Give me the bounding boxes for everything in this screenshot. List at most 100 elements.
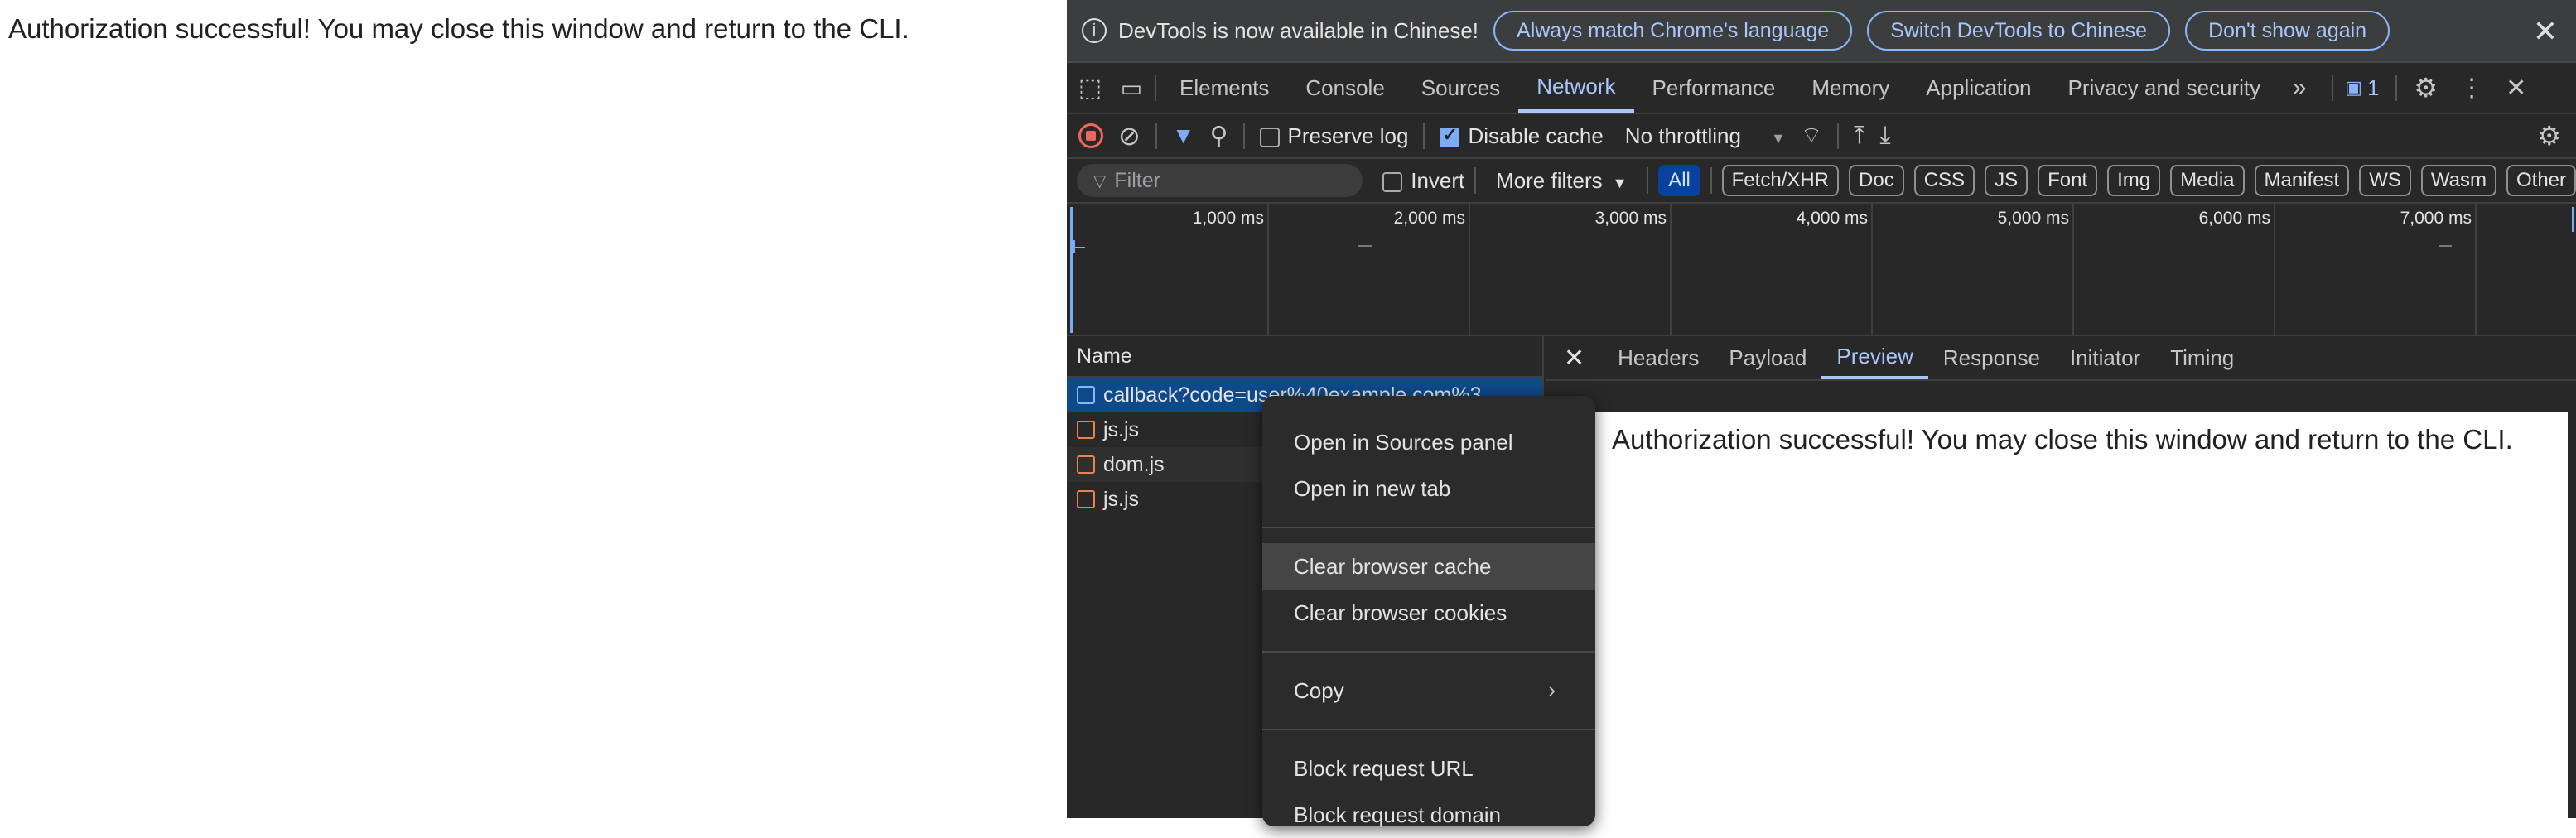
import-har-icon[interactable]: ⤒ xyxy=(1854,122,1864,150)
filter-input[interactable]: ▽ Filter xyxy=(1077,164,1363,197)
search-icon[interactable]: ⚲ xyxy=(1210,122,1228,151)
script-file-icon xyxy=(1077,455,1095,474)
throttling-value: No throttling xyxy=(1624,123,1741,148)
devtools-tabbar: ⬚ ▭ Elements Console Sources Network Per… xyxy=(1067,63,2576,114)
menu-separator xyxy=(1262,527,1595,528)
filter-type-all[interactable]: All xyxy=(1658,165,1700,196)
timeline-tick: 5,000 ms xyxy=(1998,204,2074,336)
invert-label: Invert xyxy=(1411,167,1465,193)
filter-icon[interactable]: ▼ xyxy=(1172,123,1195,149)
request-name: dom.js xyxy=(1103,452,1165,476)
more-options-icon[interactable]: ⋮ xyxy=(2459,74,2484,103)
tab-memory[interactable]: Memory xyxy=(1793,63,1908,113)
tab-initiator[interactable]: Initiator xyxy=(2055,336,2155,379)
chevron-down-icon: ▼ xyxy=(1770,129,1786,147)
always-match-language-button[interactable]: Always match Chrome's language xyxy=(1493,11,1853,51)
filter-type-wasm[interactable]: Wasm xyxy=(2420,165,2496,196)
timeline-tick: 7,000 ms xyxy=(2400,204,2477,336)
tab-elements[interactable]: Elements xyxy=(1161,63,1287,113)
timeline-tick: 1,000 ms xyxy=(1193,204,1269,336)
timeline-tick: 4,000 ms xyxy=(1797,204,1873,336)
tab-headers[interactable]: Headers xyxy=(1603,336,1714,379)
dont-show-again-button[interactable]: Don't show again xyxy=(2185,11,2390,51)
filter-type-fetch-xhr[interactable]: Fetch/XHR xyxy=(1721,165,1840,196)
more-filters-dropdown[interactable]: More filters ▼ xyxy=(1486,168,1637,194)
issues-icon[interactable]: ▣ xyxy=(2345,77,2362,99)
infobar-message: DevTools is now available in Chinese! xyxy=(1118,17,1479,43)
export-har-icon[interactable]: ⤓ xyxy=(1879,122,1890,150)
filter-type-other[interactable]: Other xyxy=(2506,165,2576,196)
tab-network[interactable]: Network xyxy=(1518,63,1634,113)
filter-bar: ▽ Filter Invert More filters ▼ All Fetch/… xyxy=(1067,159,2576,204)
timeline-tick: 6,000 ms xyxy=(2199,204,2275,336)
menu-clear-browser-cookies[interactable]: Clear browser cookies xyxy=(1262,590,1595,636)
name-column-header[interactable]: Name xyxy=(1067,336,1542,378)
tab-payload[interactable]: Payload xyxy=(1714,336,1821,379)
device-toolbar-icon[interactable]: ▭ xyxy=(1113,63,1150,113)
timeline-request-bar xyxy=(1073,240,1075,253)
menu-block-request-url[interactable]: Block request URL xyxy=(1262,745,1595,792)
tab-sources[interactable]: Sources xyxy=(1403,63,1518,113)
preserve-log-checkbox[interactable]: Preserve log xyxy=(1259,123,1409,149)
timeline-tick: 2,000 ms xyxy=(1394,204,1470,336)
more-tabs-icon[interactable]: » xyxy=(2279,74,2320,102)
issues-count[interactable]: 1 xyxy=(2367,75,2379,101)
throttling-select[interactable]: No throttling ▼ xyxy=(1625,123,1786,149)
settings-gear-icon[interactable]: ⚙ xyxy=(2414,72,2438,104)
chevron-right-icon: › xyxy=(1548,677,1556,702)
tab-response[interactable]: Response xyxy=(1928,336,2055,379)
close-devtools-icon[interactable]: ✕ xyxy=(2506,74,2526,103)
menu-block-request-domain[interactable]: Block request domain xyxy=(1262,792,1595,838)
menu-open-in-new-tab[interactable]: Open in new tab xyxy=(1262,465,1595,512)
filter-placeholder: Filter xyxy=(1114,168,1160,192)
close-detail-icon[interactable]: ✕ xyxy=(1564,344,1585,373)
context-menu: Open in Sources panel Open in new tab Cl… xyxy=(1262,396,1595,827)
timeline-tick: 3,000 ms xyxy=(1595,204,1672,336)
filter-type-js[interactable]: JS xyxy=(1985,165,2028,196)
response-preview: Authorization successful! You may close … xyxy=(1579,412,2568,818)
menu-clear-browser-cache[interactable]: Clear browser cache xyxy=(1262,543,1595,590)
invert-checkbox[interactable]: Invert xyxy=(1382,168,1464,194)
stop-recording-icon[interactable] xyxy=(1078,123,1103,148)
inspect-element-icon[interactable]: ⬚ xyxy=(1067,63,1113,113)
close-icon[interactable]: ✕ xyxy=(2533,15,2558,48)
menu-copy-label: Copy xyxy=(1294,677,1344,703)
filter-type-css[interactable]: CSS xyxy=(1913,165,1975,196)
filter-type-doc[interactable]: Doc xyxy=(1849,165,1904,196)
tab-performance[interactable]: Performance xyxy=(1634,63,1794,113)
tab-timing[interactable]: Timing xyxy=(2155,336,2249,379)
menu-open-in-sources[interactable]: Open in Sources panel xyxy=(1262,419,1595,465)
request-name: js.js xyxy=(1103,487,1140,511)
funnel-icon: ▽ xyxy=(1093,171,1107,190)
language-infobar: i DevTools is now available in Chinese! … xyxy=(1067,0,2576,63)
clear-icon[interactable]: ⊘ xyxy=(1118,120,1141,152)
request-detail-panel: ✕ Headers Payload Preview Response Initi… xyxy=(1546,336,2576,818)
script-file-icon xyxy=(1077,490,1095,508)
network-toolbar: ⊘ ▼ ⚲ Preserve log Disable cache No thro… xyxy=(1067,114,2576,159)
timeline-end-marker xyxy=(2572,207,2574,232)
script-file-icon xyxy=(1077,421,1095,439)
filter-type-img[interactable]: Img xyxy=(2107,165,2161,196)
tab-privacy-security[interactable]: Privacy and security xyxy=(2050,63,2279,113)
preserve-log-label: Preserve log xyxy=(1287,123,1409,148)
tab-console[interactable]: Console xyxy=(1287,63,1402,113)
page-message: Authorization successful! You may close … xyxy=(8,13,909,44)
filter-type-media[interactable]: Media xyxy=(2170,165,2245,196)
tab-application[interactable]: Application xyxy=(1908,63,2049,113)
menu-copy[interactable]: Copy › xyxy=(1262,667,1595,714)
filter-type-manifest[interactable]: Manifest xyxy=(2254,165,2350,196)
timeline-overview[interactable]: 1,000 ms 2,000 ms 3,000 ms 4,000 ms 5,00… xyxy=(1067,204,2576,336)
menu-separator xyxy=(1262,729,1595,730)
detail-tabbar: ✕ Headers Payload Preview Response Initi… xyxy=(1546,336,2576,381)
network-conditions-icon[interactable]: ⌔ xyxy=(1801,122,1822,151)
caret-down-icon: ▼ xyxy=(1612,174,1628,191)
switch-to-chinese-button[interactable]: Switch DevTools to Chinese xyxy=(1867,11,2171,51)
preview-text: Authorization successful! You may close … xyxy=(1612,424,2513,455)
tab-preview[interactable]: Preview xyxy=(1821,336,1928,379)
filter-type-font[interactable]: Font xyxy=(2038,165,2098,196)
filter-type-ws[interactable]: WS xyxy=(2359,165,2411,196)
network-settings-icon[interactable]: ⚙ xyxy=(2537,120,2561,152)
info-icon: i xyxy=(1082,18,1107,43)
document-icon xyxy=(1077,386,1095,404)
disable-cache-checkbox[interactable]: Disable cache xyxy=(1440,123,1604,149)
